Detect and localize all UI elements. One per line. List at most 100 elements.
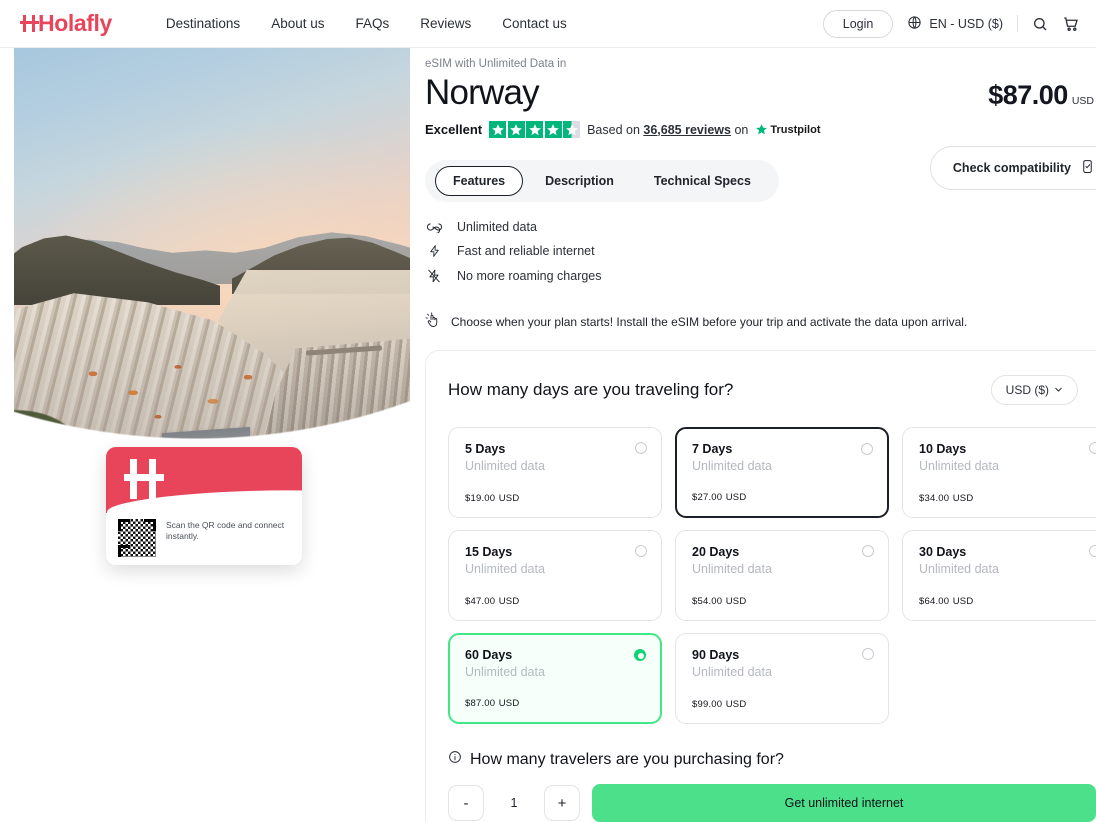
plan-days: 15 Days [465, 545, 645, 559]
nav-item-reviews[interactable]: Reviews [420, 16, 471, 31]
plan-subtitle: Unlimited data [919, 562, 1096, 576]
plan-price-amount: $64.00 [919, 596, 949, 607]
nav-item-about-us[interactable]: About us [271, 16, 324, 31]
qr-code-image [118, 519, 156, 557]
plan-days: 5 Days [465, 442, 645, 456]
rating-summary: Based on 36,685 reviews on [587, 123, 748, 137]
cart-icon[interactable] [1062, 15, 1080, 33]
product-price: $87.00 USD [988, 80, 1096, 113]
plan-days: 7 Days [692, 442, 872, 456]
plan-card-30-days[interactable]: 30 Days Unlimited data $64.00 USD [902, 530, 1096, 621]
plan-card-5-days[interactable]: 5 Days Unlimited data $19.00 USD [448, 427, 662, 518]
trustpilot-logo: Trustpilot [755, 123, 820, 136]
plan-price: $64.00 USD [919, 593, 973, 607]
title-price-row: Norway $87.00 USD [425, 70, 1096, 113]
plan-days: 90 Days [692, 648, 872, 662]
plan-radio[interactable] [861, 443, 873, 455]
plan-price-amount: $87.00 [465, 698, 495, 709]
plan-days: 10 Days [919, 442, 1096, 456]
info-icon[interactable] [448, 750, 462, 769]
globe-icon [907, 15, 922, 33]
tab-technical-specs[interactable]: Technical Specs [636, 166, 769, 196]
infinity-icon [425, 221, 443, 233]
holafly-logo[interactable]: Holafly [22, 10, 112, 37]
get-unlimited-internet-button[interactable]: Get unlimited internet [592, 784, 1096, 822]
rating-review-count[interactable]: 36,685 reviews [643, 123, 731, 137]
plan-radio[interactable] [635, 442, 647, 454]
header-actions: Login EN - USD ($) [823, 10, 1080, 38]
check-compatibility-label: Check compatibility [953, 161, 1071, 175]
plan-card-20-days[interactable]: 20 Days Unlimited data $54.00 USD [675, 530, 889, 621]
plan-radio[interactable] [1089, 545, 1096, 557]
plan-radio[interactable] [862, 648, 874, 660]
phone-check-icon [1080, 159, 1095, 177]
currency-selector[interactable]: USD ($) [991, 375, 1078, 405]
plan-days: 20 Days [692, 545, 872, 559]
plan-price-amount: $27.00 [692, 492, 722, 503]
star-icon [545, 121, 562, 138]
esim-card-body: Scan the QR code and connect instantly. [106, 515, 302, 565]
holafly-h-logo [124, 459, 164, 499]
plan-card-15-days[interactable]: 15 Days Unlimited data $47.00 USD [448, 530, 662, 621]
chevron-down-icon [1054, 383, 1063, 397]
plan-card-7-days[interactable]: 7 Days Unlimited data $27.00 USD [675, 427, 889, 518]
tab-description[interactable]: Description [527, 166, 632, 196]
check-compatibility-button[interactable]: Check compatibility [930, 146, 1096, 190]
feature-list: Unlimited data Fast and reliable interne… [425, 220, 1096, 284]
plan-card-90-days[interactable]: 90 Days Unlimited data $99.00 USD [675, 633, 889, 724]
increment-button[interactable]: + [544, 785, 580, 821]
product-details: eSIM with Unlimited Data in Norway $87.0… [425, 48, 1096, 822]
esim-qr-card: Scan the QR code and connect instantly. [106, 447, 302, 565]
travelers-question: How many travelers are you purchasing fo… [448, 750, 1096, 769]
currency-label: USD ($) [1006, 383, 1049, 397]
feature-label: Fast and reliable internet [457, 244, 595, 258]
notice-text: Choose when your plan starts! Install th… [451, 315, 967, 329]
holafly-h-icon [22, 15, 37, 32]
trustpilot-rating[interactable]: Excellent Based on 36,685 reviews on Tru… [425, 121, 1096, 138]
feature-item: No more roaming charges [425, 268, 1096, 284]
locale-selector[interactable]: EN - USD ($) [907, 15, 1003, 33]
rating-prefix: Based on [587, 123, 640, 137]
brand-name: Holafly [38, 10, 112, 37]
plan-price: $19.00 USD [465, 490, 519, 504]
plan-subtitle: Unlimited data [919, 459, 1096, 473]
product-tabs: Features Description Technical Specs [425, 160, 779, 202]
decrement-button[interactable]: - [448, 785, 484, 821]
lightning-off-icon [425, 268, 443, 284]
plan-subtitle: Unlimited data [465, 665, 645, 679]
plan-price-amount: $47.00 [465, 596, 495, 607]
feature-item: Fast and reliable internet [425, 243, 1096, 259]
plan-radio-selected[interactable] [634, 649, 646, 661]
nav-item-contact-us[interactable]: Contact us [502, 16, 567, 31]
plan-price: $47.00 USD [465, 593, 519, 607]
quantity-value[interactable]: 1 [496, 796, 532, 810]
star-icon [508, 121, 525, 138]
plan-price-currency: USD [726, 492, 747, 503]
star-icon [489, 121, 506, 138]
plan-price: $54.00 USD [692, 593, 746, 607]
feature-label: Unlimited data [457, 220, 537, 234]
plan-radio[interactable] [635, 545, 647, 557]
plan-card-60-days[interactable]: 60 Days Unlimited data $87.00 USD [448, 633, 662, 724]
plan-price-currency: USD [499, 698, 520, 709]
site-header: Holafly Destinations About us FAQs Revie… [0, 0, 1096, 48]
login-button[interactable]: Login [823, 10, 894, 38]
search-icon[interactable] [1032, 16, 1048, 32]
plan-card-10-days[interactable]: 10 Days Unlimited data $34.00 USD [902, 427, 1096, 518]
rating-stars [489, 121, 580, 138]
trustpilot-name: Trustpilot [770, 124, 820, 136]
price-amount: $87.00 [988, 80, 1068, 111]
plan-price-amount: $34.00 [919, 493, 949, 504]
nav-item-faqs[interactable]: FAQs [355, 16, 389, 31]
plan-radio[interactable] [1089, 442, 1096, 454]
plan-price: $99.00 USD [692, 696, 746, 710]
plan-price-currency: USD [726, 699, 747, 710]
tab-features[interactable]: Features [435, 166, 523, 196]
nav-item-destinations[interactable]: Destinations [166, 16, 240, 31]
rating-suffix: on [734, 123, 748, 137]
plan-price-amount: $99.00 [692, 699, 722, 710]
plan-price-currency: USD [953, 493, 974, 504]
qr-caption: Scan the QR code and connect instantly. [166, 519, 290, 542]
main-nav: Destinations About us FAQs Reviews Conta… [166, 16, 567, 31]
plan-radio[interactable] [862, 545, 874, 557]
